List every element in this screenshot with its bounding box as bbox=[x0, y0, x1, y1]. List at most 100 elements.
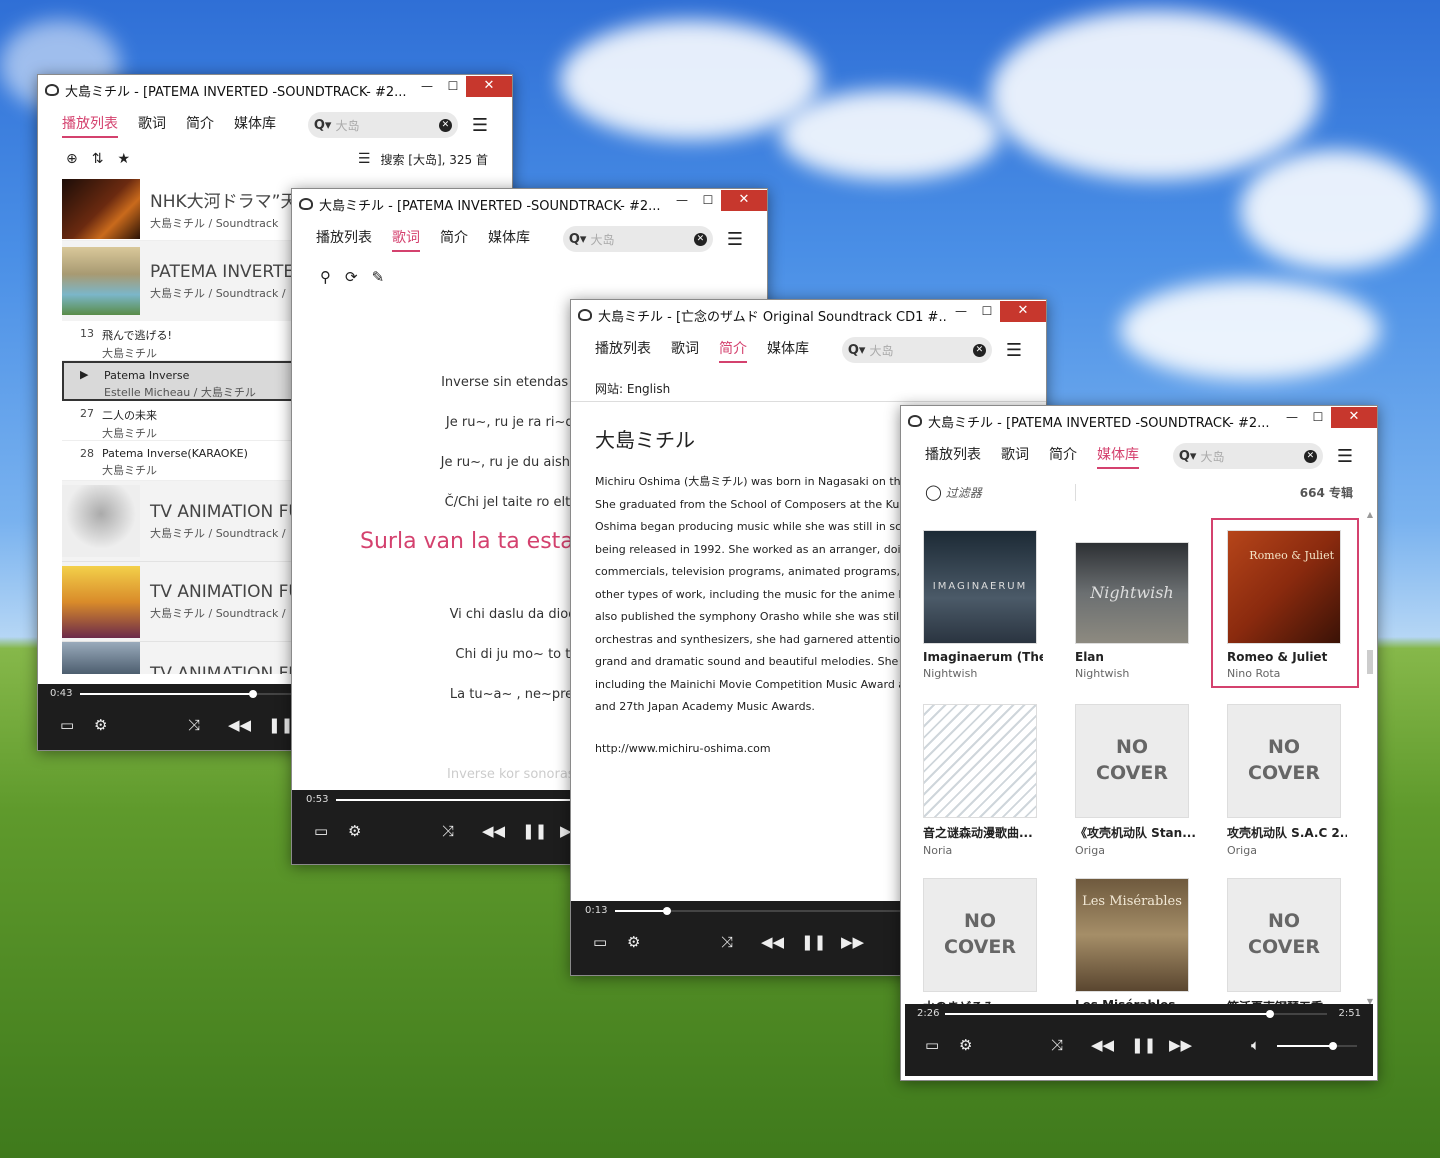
album-card-selected[interactable]: Romeo & Juliet Romeo & Juliet Nino Rota bbox=[1211, 518, 1359, 688]
maximize-button[interactable]: ☐ bbox=[695, 193, 721, 207]
search-input[interactable]: 大岛 bbox=[335, 117, 359, 134]
shuffle-icon[interactable]: ⤨ bbox=[442, 822, 454, 840]
sort-icon[interactable]: ⇅ bbox=[92, 151, 104, 167]
title-bar[interactable]: 大島ミチル - [PATEMA INVERTED -SOUNDTRACK- #2… bbox=[901, 406, 1377, 436]
maximize-button[interactable]: ☐ bbox=[440, 79, 466, 93]
previous-icon[interactable]: ◀◀ bbox=[482, 822, 505, 840]
tab-library[interactable]: 媒体库 bbox=[1097, 444, 1139, 469]
clear-search-icon[interactable]: ✕ bbox=[693, 232, 707, 246]
album-card[interactable]: NO COVER 攻壳机动队 S.A.C 2... Origa bbox=[1227, 704, 1347, 857]
shuffle-icon[interactable]: ⤨ bbox=[1051, 1036, 1063, 1054]
maximize-button[interactable]: ☐ bbox=[974, 304, 1000, 318]
progress-handle[interactable] bbox=[248, 690, 257, 698]
search-input[interactable]: 大岛 bbox=[590, 231, 614, 248]
previous-icon[interactable]: ◀◀ bbox=[228, 716, 251, 734]
list-icon[interactable]: ☰ bbox=[358, 151, 371, 167]
add-icon[interactable]: ⊕ bbox=[66, 151, 78, 167]
tab-intro[interactable]: 简介 bbox=[1049, 444, 1077, 469]
settings-gear-icon[interactable]: ⚙ bbox=[959, 1036, 972, 1054]
menu-icon[interactable]: ☰ bbox=[727, 229, 743, 250]
album-card[interactable]: NO COVER 水のまどろみ bbox=[923, 878, 1043, 1006]
settings-gear-icon[interactable]: ⚙ bbox=[348, 822, 361, 840]
close-button[interactable]: ✕ bbox=[721, 189, 767, 211]
close-button[interactable]: ✕ bbox=[1000, 300, 1046, 322]
tab-intro[interactable]: 简介 bbox=[719, 338, 747, 363]
search-box[interactable]: Q▾ 大岛 ✕ bbox=[307, 112, 458, 138]
album-card[interactable]: NO COVER 《攻壳机动队 Stan... Origa bbox=[1075, 704, 1195, 857]
window-title: 大島ミチル - [PATEMA INVERTED -SOUNDTRACK- #2… bbox=[65, 84, 407, 100]
previous-icon[interactable]: ◀◀ bbox=[761, 933, 784, 951]
tab-library[interactable]: 媒体库 bbox=[234, 113, 276, 138]
website-link[interactable]: 网站: English bbox=[571, 370, 1046, 402]
progress-handle[interactable] bbox=[662, 907, 671, 915]
maximize-button[interactable]: ☐ bbox=[1305, 410, 1331, 424]
search-input[interactable]: 大岛 bbox=[1200, 448, 1224, 465]
shuffle-icon[interactable]: ⤨ bbox=[721, 933, 733, 951]
tab-lyrics[interactable]: 歌词 bbox=[1001, 444, 1029, 469]
refresh-icon[interactable]: ⟳ bbox=[345, 268, 358, 286]
screen-icon[interactable]: ▭ bbox=[60, 716, 74, 734]
pause-icon[interactable]: ❚❚ bbox=[801, 933, 826, 951]
screen-icon[interactable]: ▭ bbox=[925, 1036, 939, 1054]
pause-icon[interactable]: ❚❚ bbox=[268, 716, 293, 734]
minimize-button[interactable]: — bbox=[948, 304, 974, 318]
tab-playlist[interactable]: 播放列表 bbox=[316, 227, 372, 252]
screen-icon[interactable]: ▭ bbox=[314, 822, 328, 840]
scrollbar[interactable]: ▲ ▼ bbox=[1366, 510, 1374, 1006]
previous-icon[interactable]: ◀◀ bbox=[1091, 1036, 1114, 1054]
tab-playlist[interactable]: 播放列表 bbox=[925, 444, 981, 469]
minimize-button[interactable]: — bbox=[669, 193, 695, 207]
clear-search-icon[interactable]: ✕ bbox=[1303, 449, 1317, 463]
minimize-button[interactable]: — bbox=[1279, 410, 1305, 424]
clear-search-icon[interactable]: ✕ bbox=[972, 343, 986, 357]
title-bar[interactable]: 大島ミチル - [PATEMA INVERTED -SOUNDTRACK- #2… bbox=[292, 189, 767, 219]
screen-icon[interactable]: ▭ bbox=[593, 933, 607, 951]
clear-search-icon[interactable]: ✕ bbox=[438, 118, 452, 132]
favorite-star-icon[interactable]: ★ bbox=[117, 151, 130, 167]
menu-icon[interactable]: ☰ bbox=[1006, 340, 1022, 361]
volume-icon[interactable]: 🔈︎ bbox=[1251, 1036, 1260, 1054]
search-box[interactable]: Q▾ 大岛 ✕ bbox=[562, 226, 713, 252]
next-icon[interactable]: ▶▶ bbox=[1169, 1036, 1192, 1054]
menu-icon[interactable]: ☰ bbox=[1337, 446, 1353, 467]
settings-gear-icon[interactable]: ⚙ bbox=[94, 716, 107, 734]
settings-gear-icon[interactable]: ⚙ bbox=[627, 933, 640, 951]
tab-library[interactable]: 媒体库 bbox=[488, 227, 530, 252]
search-box[interactable]: Q▾ 大岛 ✕ bbox=[841, 337, 992, 363]
volume-handle[interactable] bbox=[1329, 1042, 1337, 1050]
pause-icon[interactable]: ❚❚ bbox=[522, 822, 547, 840]
close-button[interactable]: ✕ bbox=[466, 75, 512, 97]
attach-icon[interactable]: ✎ bbox=[372, 268, 385, 286]
progress-handle[interactable] bbox=[1265, 1010, 1274, 1018]
tab-lyrics[interactable]: 歌词 bbox=[392, 227, 420, 252]
title-bar[interactable]: 大島ミチル - [亡念のザムド Original Soundtrack CD1 … bbox=[571, 300, 1046, 330]
next-icon[interactable]: ▶▶ bbox=[841, 933, 864, 951]
menu-icon[interactable]: ☰ bbox=[472, 115, 488, 136]
seek-bar[interactable]: 2:26 2:51 bbox=[905, 1004, 1373, 1024]
search-box[interactable]: Q▾ 大岛 ✕ bbox=[1172, 443, 1323, 469]
filter-input[interactable]: 过滤器 bbox=[946, 483, 1076, 501]
tab-intro[interactable]: 简介 bbox=[186, 113, 214, 138]
album-card[interactable]: 音之谜森动漫歌曲... Noria bbox=[923, 704, 1043, 857]
tab-lyrics[interactable]: 歌词 bbox=[671, 338, 699, 363]
search-input[interactable]: 大岛 bbox=[869, 342, 893, 359]
close-button[interactable]: ✕ bbox=[1331, 406, 1377, 428]
lyrics-search-icon[interactable]: ⚲ bbox=[320, 268, 331, 286]
scroll-up-arrow[interactable]: ▲ bbox=[1366, 510, 1374, 519]
shuffle-icon[interactable]: ⤨ bbox=[188, 716, 200, 734]
progress-track[interactable] bbox=[945, 1010, 1327, 1018]
tab-library[interactable]: 媒体库 bbox=[767, 338, 809, 363]
album-card[interactable]: Nightwish Elan Nightwish bbox=[1075, 530, 1195, 680]
tab-intro[interactable]: 简介 bbox=[440, 227, 468, 252]
tab-playlist[interactable]: 播放列表 bbox=[595, 338, 651, 363]
album-card[interactable]: IMAGINAERUM Imaginaerum (The ... Nightwi… bbox=[923, 530, 1043, 680]
minimize-button[interactable]: — bbox=[414, 79, 440, 93]
tab-playlist[interactable]: 播放列表 bbox=[62, 113, 118, 138]
album-card[interactable]: Les Misérables Les Misérables bbox=[1075, 878, 1195, 1006]
pause-icon[interactable]: ❚❚ bbox=[1131, 1036, 1156, 1054]
tab-lyrics[interactable]: 歌词 bbox=[138, 113, 166, 138]
scroll-thumb[interactable] bbox=[1367, 650, 1373, 674]
album-card[interactable]: NO COVER 笛沃夏克钢琴五重 bbox=[1227, 878, 1347, 1006]
title-bar[interactable]: 大島ミチル - [PATEMA INVERTED -SOUNDTRACK- #2… bbox=[38, 75, 512, 105]
volume-slider[interactable] bbox=[1277, 1042, 1357, 1050]
